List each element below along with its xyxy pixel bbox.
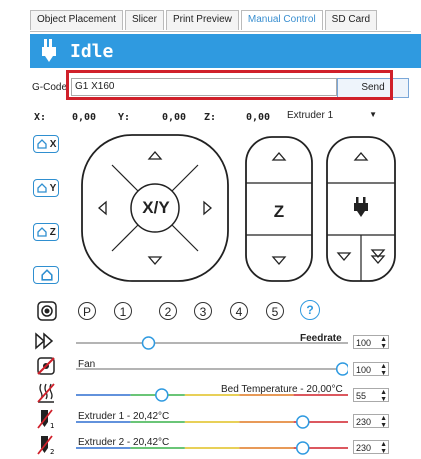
y-value: 0,00 [162,112,187,123]
tab-divider [30,31,411,32]
svg-text:2: 2 [50,448,54,456]
status-text: Idle [70,41,114,62]
spin-arrows-icon: ▲ ▼ [380,415,387,429]
park-button[interactable]: P [78,302,96,320]
z-value: 0,00 [246,112,271,123]
arrow-down-icon [147,256,163,265]
home-z-label: Z [49,227,56,238]
extruder-1-slider[interactable] [76,415,348,429]
tab-manual-control[interactable]: Manual Control [240,10,323,30]
arrow-down-icon [336,252,352,261]
fan-off-icon [37,357,55,375]
bed-temperature-value: 55 [356,391,367,401]
arrow-up-icon [147,151,163,160]
extruder-icon [42,39,56,62]
z-label: Z [273,202,285,221]
bed-temperature-slider[interactable] [76,388,348,402]
extruder-1-value: 230 [356,417,372,427]
svg-text:1: 1 [50,422,54,430]
home-y-button[interactable]: Y [33,179,59,197]
arrow-down-icon [271,256,287,265]
feedrate-spinbox[interactable]: 100 ▲ ▼ [353,335,389,350]
extruder-select[interactable]: Extruder 1 ▼ [287,110,379,124]
home-y-label: Y [49,183,57,194]
home-all-button[interactable] [33,266,59,284]
preset-1-button[interactable]: 1 [114,302,132,320]
spin-arrows-icon: ▲ ▼ [380,389,387,403]
feedrate-slider[interactable] [76,336,348,350]
extruder-1-slider-knob [296,415,310,429]
home-x-button[interactable]: X [33,135,59,153]
fan-spinbox[interactable]: 100 ▲ ▼ [353,362,389,377]
extruder-1-spinbox[interactable]: 230 ▲ ▼ [353,414,389,429]
extruder-1-icon: 1 [37,409,54,430]
spin-arrows-icon: ▲ ▼ [380,336,387,350]
y-label: Y: [118,112,131,123]
feedrate-value: 100 [356,338,372,348]
tab-object-placement[interactable]: Object Placement [30,10,123,30]
tab-print-preview[interactable]: Print Preview [165,10,239,30]
arrow-left-icon [98,200,107,216]
bed-temperature-spinbox[interactable]: 55 ▲ ▼ [353,388,389,403]
fan-slider[interactable] [76,362,348,376]
chevron-down-icon: ▼ [369,110,377,119]
extruder-2-slider[interactable] [76,441,348,455]
tab-slicer[interactable]: Slicer [124,10,164,30]
extruder-2-slider-knob [296,441,310,455]
heated-bed-icon [37,383,55,403]
status-header: Idle [30,34,421,68]
home-z-button[interactable]: Z [33,223,59,241]
extruder-2-spinbox[interactable]: 230 ▲ ▼ [353,440,389,455]
tab-bar: Object Placement Slicer Print Preview Ma… [30,10,378,30]
fan-value: 100 [356,365,372,375]
fan-slider-knob [335,362,348,376]
home-x-label: X [49,139,57,150]
extruder-icon [354,197,368,217]
extruder-select-value: Extruder 1 [287,110,334,121]
feedrate-slider-knob [141,336,156,350]
help-button[interactable]: ? [300,300,320,320]
stop-icon[interactable] [36,300,58,322]
preset-3-button[interactable]: 3 [194,302,212,320]
gcode-label: G-Code: [32,82,70,93]
extruder-2-icon: 2 [37,435,54,456]
extruder-2-value: 230 [356,443,372,453]
x-label: X: [34,112,47,123]
preset-2-button[interactable]: 2 [159,302,177,320]
highlight-box [66,70,393,100]
spin-arrows-icon: ▲ ▼ [380,441,387,455]
home-icon [37,183,47,194]
z-label: Z: [204,112,217,123]
arrow-right-icon [203,200,212,216]
bed-slider-knob [155,388,169,402]
tab-sd-card[interactable]: SD Card [324,10,378,30]
home-icon [37,227,47,238]
spin-arrows-icon: ▲ ▼ [380,363,387,377]
extruder-jog-pad[interactable] [325,135,397,283]
xy-label: X/Y [142,198,170,217]
arrow-up-icon [353,152,369,161]
feedrate-icon [35,332,54,350]
preset-5-button[interactable]: 5 [266,302,284,320]
preset-4-button[interactable]: 4 [230,302,248,320]
x-value: 0,00 [72,112,97,123]
home-icon [41,269,53,281]
home-icon [37,139,47,150]
arrow-up-icon [271,152,287,161]
